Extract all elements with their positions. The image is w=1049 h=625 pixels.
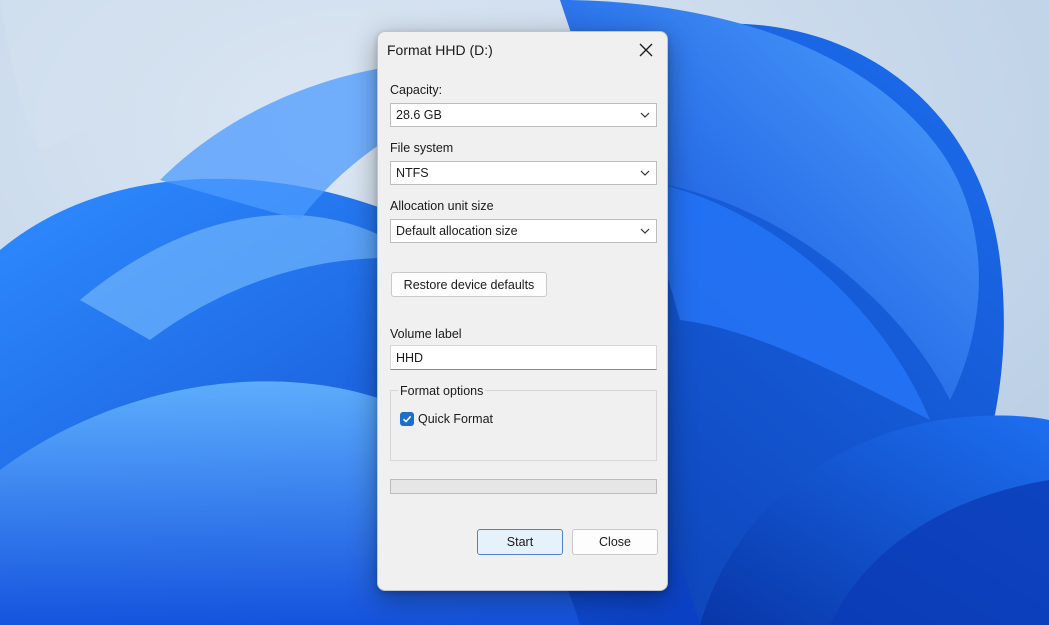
dialog-title: Format HHD (D:) — [387, 42, 493, 58]
format-options-legend: Format options — [398, 384, 486, 398]
close-button[interactable]: Close — [572, 529, 658, 555]
file-system-dropdown[interactable]: NTFS — [390, 161, 657, 185]
capacity-value: 28.6 GB — [396, 108, 442, 122]
allocation-unit-dropdown[interactable]: Default allocation size — [390, 219, 657, 243]
file-system-label: File system — [390, 141, 454, 155]
allocation-unit-label: Allocation unit size — [390, 199, 494, 213]
checkmark-icon — [402, 415, 412, 423]
format-progress-bar — [390, 479, 657, 494]
dialog-titlebar[interactable]: Format HHD (D:) — [378, 32, 667, 68]
close-icon[interactable] — [631, 36, 661, 64]
desktop: Format HHD (D:) Capacity: 28.6 GB File s… — [0, 0, 1049, 625]
chevron-down-icon — [640, 228, 650, 234]
allocation-unit-value: Default allocation size — [396, 224, 518, 238]
volume-label-label: Volume label — [390, 327, 462, 341]
format-dialog: Format HHD (D:) Capacity: 28.6 GB File s… — [377, 31, 668, 591]
volume-label-value: HHD — [396, 351, 424, 365]
capacity-label: Capacity: — [390, 83, 443, 97]
capacity-dropdown[interactable]: 28.6 GB — [390, 103, 657, 127]
chevron-down-icon — [640, 112, 650, 118]
quick-format-checkbox[interactable] — [400, 412, 414, 426]
volume-label-input[interactable]: HHD — [390, 345, 657, 370]
restore-defaults-button[interactable]: Restore device defaults — [391, 272, 547, 297]
file-system-value: NTFS — [396, 166, 429, 180]
quick-format-label[interactable]: Quick Format — [418, 412, 493, 426]
start-button[interactable]: Start — [477, 529, 563, 555]
chevron-down-icon — [640, 170, 650, 176]
